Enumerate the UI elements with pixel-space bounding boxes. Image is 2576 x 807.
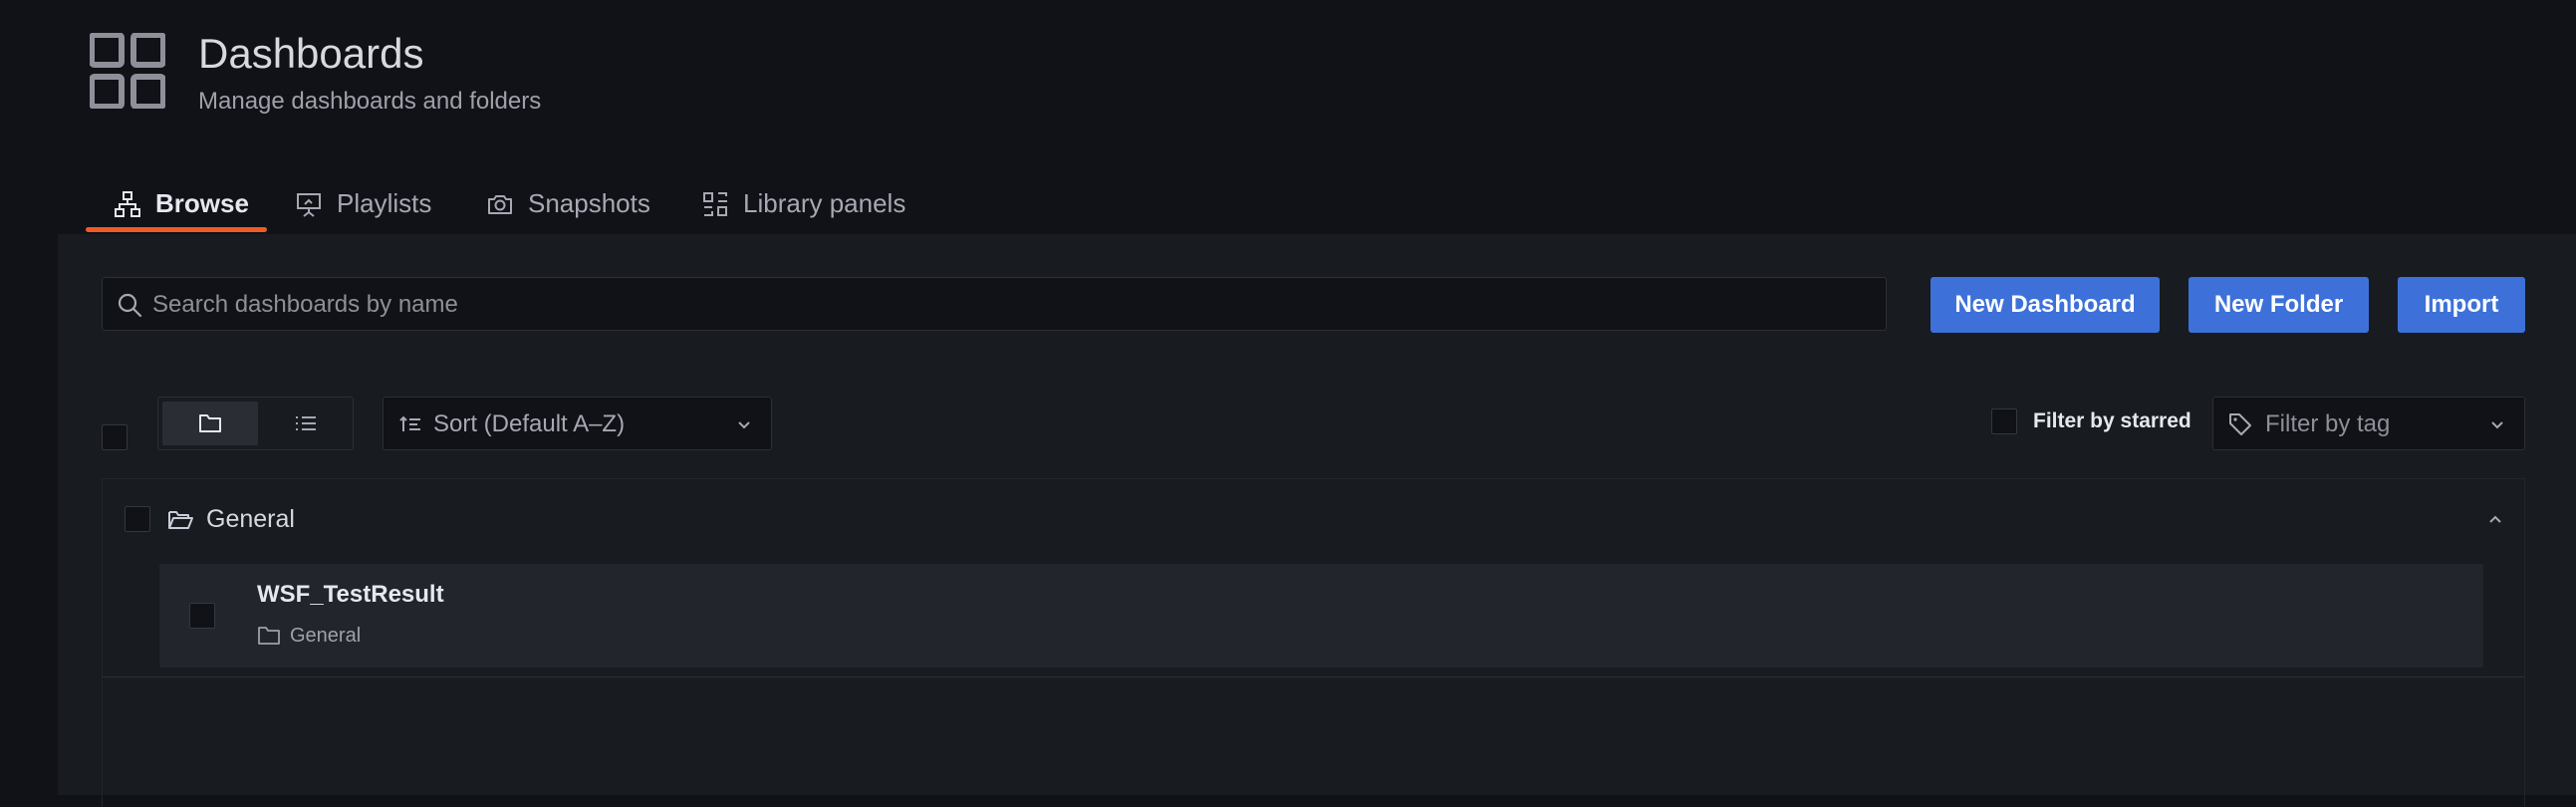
tab-snapshots[interactable]: Snapshots — [486, 179, 665, 234]
search-icon — [118, 293, 142, 318]
filter-starred-checkbox[interactable] — [1991, 408, 2017, 434]
dashboard-title[interactable]: WSF_TestResult — [257, 581, 444, 609]
browse-panel: New Dashboard New Folder Import Sort (De… — [58, 234, 2576, 807]
library-panels-icon — [703, 192, 727, 216]
chevron-up-icon[interactable] — [2486, 511, 2504, 529]
tag-filter-placeholder: Filter by tag — [2265, 410, 2391, 437]
page-title: Dashboards — [198, 30, 424, 77]
sort-select[interactable]: Sort (Default A–Z) — [383, 397, 772, 450]
folder-icon — [258, 627, 280, 645]
presentation-icon — [297, 193, 321, 217]
folder-section-header[interactable]: General — [103, 479, 2524, 559]
tag-icon — [2229, 413, 2251, 435]
dashboard-checkbox[interactable] — [189, 603, 215, 629]
folder-open-icon — [168, 511, 193, 529]
chevron-down-icon — [738, 421, 750, 429]
new-folder-button[interactable]: New Folder — [2189, 277, 2369, 333]
tag-filter-select[interactable]: Filter by tag — [2212, 397, 2525, 450]
page-subtitle: Manage dashboards and folders — [198, 88, 542, 115]
sort-label: Sort (Default A–Z) — [433, 410, 626, 437]
tab-playlists[interactable]: Playlists — [295, 179, 454, 234]
search-results: General WSF_TestResult General — [102, 478, 2525, 807]
search-input[interactable] — [150, 278, 1868, 332]
folder-icon — [199, 414, 221, 432]
list-view-button[interactable] — [258, 402, 354, 445]
camera-icon — [488, 195, 512, 214]
tab-library-panels[interactable]: Library panels — [701, 179, 920, 234]
import-button[interactable]: Import — [2398, 277, 2525, 333]
select-all-checkbox[interactable] — [102, 424, 128, 450]
left-gutter — [0, 234, 58, 795]
dashboards-grid-icon — [90, 33, 165, 109]
filter-starred-label: Filter by starred — [2033, 409, 2191, 432]
folder-checkbox[interactable] — [125, 506, 150, 532]
tab-label: Playlists — [337, 188, 432, 218]
new-dashboard-button[interactable]: New Dashboard — [1931, 277, 2160, 333]
dashboard-folder-name: General — [290, 625, 362, 647]
page-header: Dashboards Manage dashboards and folders… — [0, 0, 2576, 234]
search-box[interactable] — [102, 277, 1887, 332]
view-mode-toggle — [157, 397, 354, 450]
folder-view-button[interactable] — [162, 402, 258, 445]
tab-label: Library panels — [743, 188, 906, 218]
folder-name: General — [206, 505, 295, 533]
list-icon — [296, 416, 316, 430]
dashboard-list-item[interactable]: WSF_TestResult General — [159, 564, 2483, 668]
tab-label: Browse — [155, 188, 249, 218]
chevron-down-icon — [2491, 421, 2503, 429]
sitemap-icon — [115, 191, 140, 217]
tab-browse[interactable]: Browse — [86, 179, 267, 234]
divider — [103, 676, 2524, 677]
sort-amount-icon — [399, 415, 420, 431]
tab-label: Snapshots — [528, 188, 650, 218]
